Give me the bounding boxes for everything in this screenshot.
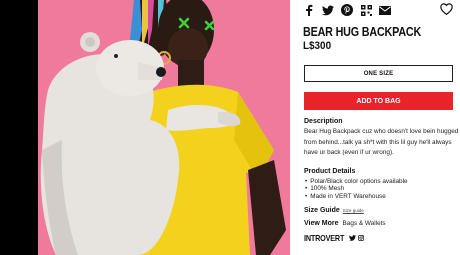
product-panel: BEAR HUG BACKPACK L$300 ONE SIZE ADD TO … xyxy=(300,0,460,255)
view-more-link[interactable]: Bags & Wallets xyxy=(343,220,386,227)
product-details-heading: Product Details xyxy=(304,168,356,175)
details-item: Polar/Black color options available xyxy=(304,178,460,185)
size-guide-link[interactable]: Size guide xyxy=(343,208,364,213)
mail-icon[interactable] xyxy=(379,4,391,16)
product-image-pane xyxy=(0,0,290,255)
view-more-label: View More xyxy=(304,220,339,227)
size-guide-row: Size Guide Size guide xyxy=(304,207,364,214)
qr-icon[interactable] xyxy=(360,4,372,16)
view-more-row: View More Bags & Wallets xyxy=(304,220,386,227)
add-to-bag-button[interactable]: ADD TO BAG xyxy=(304,92,453,110)
share-bar xyxy=(303,3,391,17)
product-photo xyxy=(40,0,286,255)
brand-name-link[interactable]: INTROVERT xyxy=(304,233,344,243)
instagram-icon[interactable] xyxy=(358,235,365,241)
facebook-icon[interactable] xyxy=(303,4,315,16)
size-guide-label: Size Guide xyxy=(304,207,340,214)
details-item: Made in VERT Warehouse xyxy=(304,193,460,200)
description-text: Bear Hug Backpack cuz who doesn't love b… xyxy=(304,128,459,157)
product-title: BEAR HUG BACKPACK xyxy=(303,25,422,39)
details-item: 100% Mesh xyxy=(304,185,460,192)
pinterest-icon[interactable] xyxy=(341,4,353,16)
product-details-list: Polar/Black color options available 100%… xyxy=(304,178,460,200)
size-selector-button[interactable]: ONE SIZE xyxy=(304,65,453,82)
product-price: L$300 xyxy=(303,40,332,52)
image-letterbox-bar xyxy=(0,0,38,255)
twitter-icon[interactable] xyxy=(349,235,357,241)
description-heading: Description xyxy=(304,118,343,125)
twitter-icon[interactable] xyxy=(322,4,334,16)
brand-row: INTROVERT xyxy=(304,233,365,243)
heart-icon[interactable] xyxy=(440,2,453,16)
